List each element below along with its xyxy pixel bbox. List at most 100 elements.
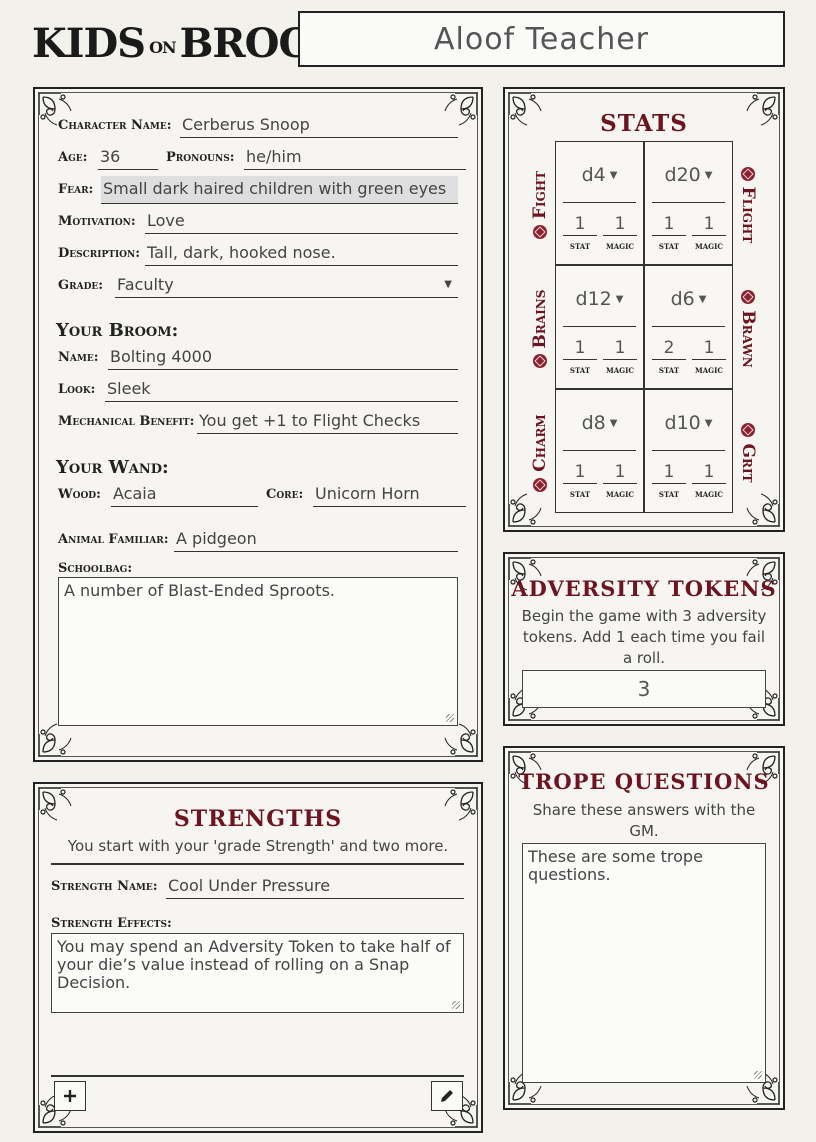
die-select[interactable]: d20 ▼	[652, 163, 725, 203]
broom-benefit-input[interactable]: You get +1 to Flight Checks	[197, 410, 458, 434]
age-label: Age:	[58, 150, 88, 165]
d20-icon	[533, 354, 547, 369]
trope-heading: TROPE QUESTIONS	[518, 769, 770, 794]
die-select[interactable]: d6 ▼	[652, 287, 725, 327]
chevron-down-icon: ▼	[615, 293, 624, 305]
magic-input[interactable]: 1	[692, 214, 726, 236]
magic-caption: magic	[694, 365, 723, 376]
fear-label: Fear:	[58, 182, 94, 197]
stat-label-grit-text: Grit	[738, 443, 758, 483]
motivation-input[interactable]: Love	[145, 210, 458, 234]
die-select-value: d4	[581, 164, 606, 186]
familiar-input[interactable]: A pidgeon	[174, 528, 458, 552]
schoolbag-label: Schoolbag:	[58, 561, 133, 576]
magic-input[interactable]: 1	[603, 462, 637, 484]
schoolbag-textarea[interactable]: A number of Blast-Ended Sproots.	[58, 577, 458, 726]
broom-look-label: Look:	[58, 382, 96, 397]
die-select[interactable]: d12 ▼	[563, 287, 636, 327]
trope-textarea[interactable]: These are some trope questions.	[522, 843, 766, 1083]
strengths-footer-divider	[51, 1075, 464, 1077]
wand-wood-input[interactable]: Acaia	[111, 483, 258, 507]
strength-name-label: Strength Name:	[51, 879, 158, 894]
familiar-label: Animal Familiar:	[58, 532, 169, 547]
magic-caption: magic	[605, 489, 634, 500]
stat-label-charm-text: Charm	[530, 414, 550, 472]
strength-effects-label: Strength Effects:	[51, 916, 172, 931]
chevron-down-icon: ▼	[609, 169, 618, 181]
description-label: Description:	[58, 246, 141, 261]
die-select-value: d6	[670, 288, 695, 310]
die-select[interactable]: d8 ▼	[563, 411, 636, 451]
logo-text-kids: KIDS	[32, 20, 146, 67]
stat-label-fight: Fight	[529, 161, 551, 249]
stat-label-flight: Flight	[737, 161, 759, 249]
strengths-heading: STRENGTHS	[173, 806, 343, 832]
strength-name-input[interactable]: Cool Under Pressure	[166, 875, 464, 899]
broom-name-input[interactable]: Bolting 4000	[108, 346, 458, 370]
strength-effects-textarea[interactable]: You may spend an Adversity Token to take…	[51, 933, 464, 1013]
age-input[interactable]: 36	[98, 146, 158, 170]
stat-input[interactable]: 1	[563, 462, 597, 484]
resize-grip-icon[interactable]	[446, 714, 454, 722]
d20-icon	[741, 423, 755, 438]
pencil-icon	[441, 1090, 453, 1102]
character-name-input[interactable]: Cerberus Snoop	[180, 114, 458, 138]
stat-caption: stat	[569, 489, 591, 500]
fear-input[interactable]: Small dark haired children with green ey…	[101, 176, 458, 204]
stat-input[interactable]: 2	[652, 338, 686, 360]
stat-caption: stat	[658, 365, 680, 376]
trope-text: These are some trope questions.	[528, 847, 703, 884]
resize-grip-icon[interactable]	[452, 1001, 460, 1009]
stat-input[interactable]: 1	[652, 462, 686, 484]
wand-core-input[interactable]: Unicorn Horn	[313, 483, 466, 507]
grade-label: Grade:	[58, 278, 104, 293]
grade-select-value: Faculty	[117, 275, 174, 294]
stat-input[interactable]: 1	[652, 214, 686, 236]
schoolbag-text: A number of Blast-Ended Sproots.	[64, 581, 335, 600]
magic-input[interactable]: 1	[603, 338, 637, 360]
stat-input[interactable]: 1	[563, 338, 597, 360]
d20-icon	[533, 477, 547, 492]
magic-caption: magic	[605, 241, 634, 252]
stat-label-brains: Brains	[529, 285, 551, 373]
stat-caption: stat	[658, 241, 680, 252]
stat-label-brawn: Brawn	[737, 285, 759, 373]
stat-input[interactable]: 1	[563, 214, 597, 236]
stat-label-brains-text: Brains	[530, 289, 550, 349]
stat-caption: stat	[658, 489, 680, 500]
broom-heading: Your Broom:	[56, 320, 179, 341]
d20-icon	[533, 225, 547, 240]
character-name-label: Character Name:	[58, 118, 172, 133]
edit-strength-button[interactable]	[431, 1081, 463, 1111]
add-strength-button[interactable]	[54, 1081, 86, 1111]
app-logo: KIDS ON BROOMS	[32, 10, 385, 67]
resize-grip-icon[interactable]	[754, 1071, 762, 1079]
motivation-label: Motivation:	[58, 214, 136, 229]
die-select[interactable]: d4 ▼	[563, 163, 636, 203]
trope-description: Share these answers with the GM.	[532, 801, 756, 840]
magic-input[interactable]: 1	[692, 338, 726, 360]
strengths-description: You start with your 'grade Strength' and…	[67, 837, 449, 855]
stat-label-flight-text: Flight	[738, 186, 758, 244]
character-title-input[interactable]: Aloof Teacher	[298, 11, 785, 67]
strength-effects-text: You may spend an Adversity Token to take…	[57, 937, 451, 992]
adversity-heading: ADVERSITY TOKENS	[511, 576, 777, 601]
stat-caption: stat	[569, 365, 591, 376]
magic-caption: magic	[605, 365, 634, 376]
chevron-down-icon: ▼	[444, 279, 452, 290]
wand-heading: Your Wand:	[56, 457, 169, 478]
magic-input[interactable]: 1	[603, 214, 637, 236]
die-select[interactable]: d10 ▼	[652, 411, 725, 451]
pronouns-label: Pronouns:	[166, 150, 235, 165]
magic-caption: magic	[694, 241, 723, 252]
character-title-text: Aloof Teacher	[433, 21, 650, 57]
die-select-value: d8	[581, 412, 606, 434]
adversity-token-input[interactable]: 3	[522, 670, 766, 708]
description-input[interactable]: Tall, dark, hooked nose.	[145, 242, 458, 266]
broom-look-input[interactable]: Sleek	[105, 378, 458, 402]
magic-input[interactable]: 1	[692, 462, 726, 484]
strengths-divider	[51, 863, 464, 865]
grade-select[interactable]: Faculty ▼	[115, 274, 458, 298]
pronouns-input[interactable]: he/him	[244, 146, 466, 170]
logo-text-on: ON	[149, 38, 177, 57]
